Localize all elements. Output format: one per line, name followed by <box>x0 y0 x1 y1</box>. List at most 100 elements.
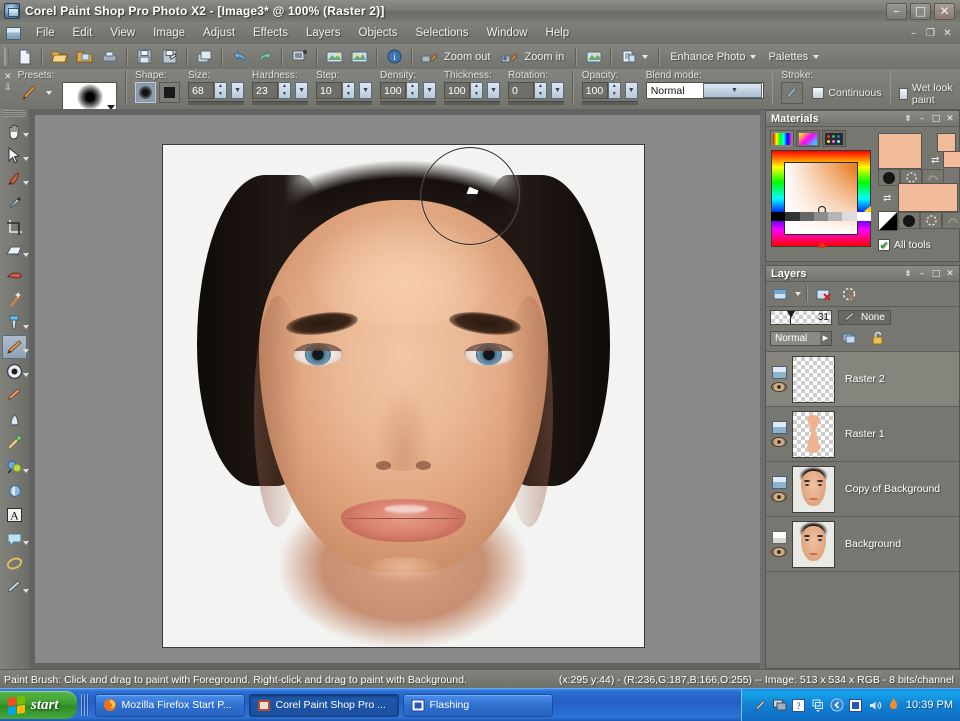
blend-mode-select[interactable]: Normal ▼ <box>646 82 764 99</box>
density-stepper[interactable]: 100 ▲▼ <box>380 82 419 99</box>
layers-close-button[interactable]: ✕ <box>944 268 956 280</box>
palettes-menu[interactable]: Palettes <box>762 49 825 65</box>
color-changer-tool[interactable] <box>2 455 27 479</box>
chevron-down-icon[interactable] <box>46 91 52 95</box>
rotation-slider-dropdown[interactable]: ▼ <box>551 82 564 99</box>
pick-tool[interactable] <box>2 167 27 191</box>
layer-thumbnail[interactable] <box>792 411 835 458</box>
rainbow-tab[interactable] <box>796 130 820 147</box>
continuous-checkbox-row[interactable]: Continuous <box>812 87 881 99</box>
new-icon[interactable] <box>13 46 36 67</box>
density-slider-dropdown[interactable]: ▼ <box>423 82 436 99</box>
selection-tool[interactable] <box>2 239 27 263</box>
swatches-tab[interactable] <box>822 130 846 147</box>
taskbar-item-firefox[interactable]: Mozilla Firefox Start P... <box>95 694 245 717</box>
step-slider[interactable] <box>316 101 372 105</box>
continuous-checkbox[interactable] <box>812 87 824 99</box>
layer-thumbnail[interactable] <box>792 521 835 568</box>
close-button[interactable]: ✕ <box>934 3 955 20</box>
minimize-button[interactable]: – <box>886 3 907 20</box>
all-tools-checkbox[interactable]: ✔ <box>878 239 890 251</box>
show-desktop-icon[interactable] <box>811 698 825 712</box>
move-tool[interactable] <box>2 191 27 215</box>
redo-icon[interactable] <box>253 46 276 67</box>
image-left-icon[interactable] <box>323 46 346 67</box>
background-mini-swatch[interactable] <box>943 151 960 168</box>
table-row[interactable]: Raster 1 <box>766 407 959 462</box>
options-bar-handle[interactable]: ✕⇩ <box>3 71 13 93</box>
undo-icon[interactable] <box>228 46 251 67</box>
crop-tool[interactable] <box>2 215 27 239</box>
doc-restore-button[interactable]: ❐ <box>923 26 938 40</box>
recent-colors-strip[interactable] <box>771 212 871 221</box>
swap-materials-icon[interactable]: ⇄ <box>883 193 891 204</box>
table-row[interactable]: Background <box>766 517 959 572</box>
swap-colors-icon[interactable]: ⇄ <box>931 155 939 166</box>
copy-paste-icon[interactable] <box>193 46 216 67</box>
background-pattern-button[interactable] <box>942 212 960 229</box>
pin-icon[interactable]: ⇟ <box>902 113 914 125</box>
unlock-icon[interactable] <box>866 328 888 348</box>
brush-preset-icon[interactable] <box>19 82 42 103</box>
magic-wand-tool[interactable] <box>2 287 27 311</box>
density-spin-buttons[interactable]: ▲▼ <box>406 82 419 99</box>
hardness-spin-buttons[interactable]: ▲▼ <box>278 82 291 99</box>
wet-look-checkbox-row[interactable]: Wet look paint <box>899 82 956 106</box>
smudge-tool[interactable] <box>2 407 27 431</box>
menu-objects[interactable]: Objects <box>350 24 407 42</box>
screen-capture-icon[interactable] <box>288 46 311 67</box>
color-wheel[interactable] <box>771 150 871 247</box>
zoom-out-label[interactable]: Zoom out <box>442 51 497 63</box>
flood-fill-tool[interactable] <box>2 479 27 503</box>
new-layer-icon[interactable] <box>770 284 792 304</box>
info-icon[interactable]: i <box>383 46 406 67</box>
background-color-swatch[interactable] <box>898 183 958 212</box>
step-slider-dropdown[interactable]: ▼ <box>359 82 372 99</box>
background-gradient-button[interactable] <box>920 212 942 229</box>
saturation-brightness-box[interactable] <box>784 162 858 235</box>
rotation-slider[interactable] <box>508 101 564 105</box>
image-right-icon[interactable] <box>348 46 371 67</box>
stroke-button[interactable] <box>781 82 803 104</box>
density-value[interactable]: 100 <box>380 82 406 99</box>
full-screen-preview-icon[interactable] <box>582 46 605 67</box>
thickness-spin-buttons[interactable]: ▲▼ <box>470 82 483 99</box>
enhance-photo-menu[interactable]: Enhance Photo <box>664 49 762 65</box>
network-activity-icon[interactable] <box>773 698 787 712</box>
freehand-selection-tool[interactable] <box>2 263 27 287</box>
taskbar-item-flashing[interactable]: Flashing <box>403 694 553 717</box>
browse-icon[interactable] <box>73 46 96 67</box>
opacity-spin-buttons[interactable]: ▲▼ <box>608 82 621 99</box>
opacity-stepper[interactable]: 100 ▲▼ <box>582 82 621 99</box>
wet-look-paint-checkbox[interactable] <box>899 88 908 100</box>
layer-thumbnail[interactable] <box>792 356 835 403</box>
scratch-remover-tool[interactable] <box>2 383 27 407</box>
step-stepper[interactable]: 10 ▲▼ <box>316 82 355 99</box>
rotation-stepper[interactable]: 0 ▲▼ <box>508 82 547 99</box>
save-icon[interactable] <box>133 46 156 67</box>
materials-close-button[interactable]: ✕ <box>944 113 956 125</box>
menu-layers[interactable]: Layers <box>297 24 350 42</box>
rotation-value[interactable]: 0 <box>508 82 534 99</box>
taskbar-item-paintshoppro[interactable]: Corel Paint Shop Pro ... <box>249 694 399 717</box>
open-icon[interactable] <box>48 46 71 67</box>
visibility-toggle-icon[interactable] <box>771 437 787 447</box>
step-spin-buttons[interactable]: ▲▼ <box>342 82 355 99</box>
menu-adjust[interactable]: Adjust <box>194 24 244 42</box>
lighten-darken-tool[interactable] <box>2 431 27 455</box>
size-spin-buttons[interactable]: ▲▼ <box>214 82 227 99</box>
layer-opacity-slider[interactable]: 31 <box>770 310 832 325</box>
maximize-button[interactable]: □ <box>910 3 931 20</box>
dropper-tool[interactable] <box>2 311 27 335</box>
pen-tool[interactable] <box>2 575 27 599</box>
size-stepper[interactable]: 68 ▲▼ <box>188 82 227 99</box>
menu-window[interactable]: Window <box>478 24 537 42</box>
image-canvas[interactable] <box>162 144 645 648</box>
menu-image[interactable]: Image <box>144 24 194 42</box>
thickness-slider-dropdown[interactable]: ▼ <box>487 82 500 99</box>
toolbar-grip[interactable] <box>4 47 9 66</box>
step-value[interactable]: 10 <box>316 82 342 99</box>
zoom-in-icon[interactable] <box>498 46 521 67</box>
all-tools-row[interactable]: ✔ All tools <box>878 239 931 251</box>
chevron-left-icon[interactable] <box>830 698 844 712</box>
